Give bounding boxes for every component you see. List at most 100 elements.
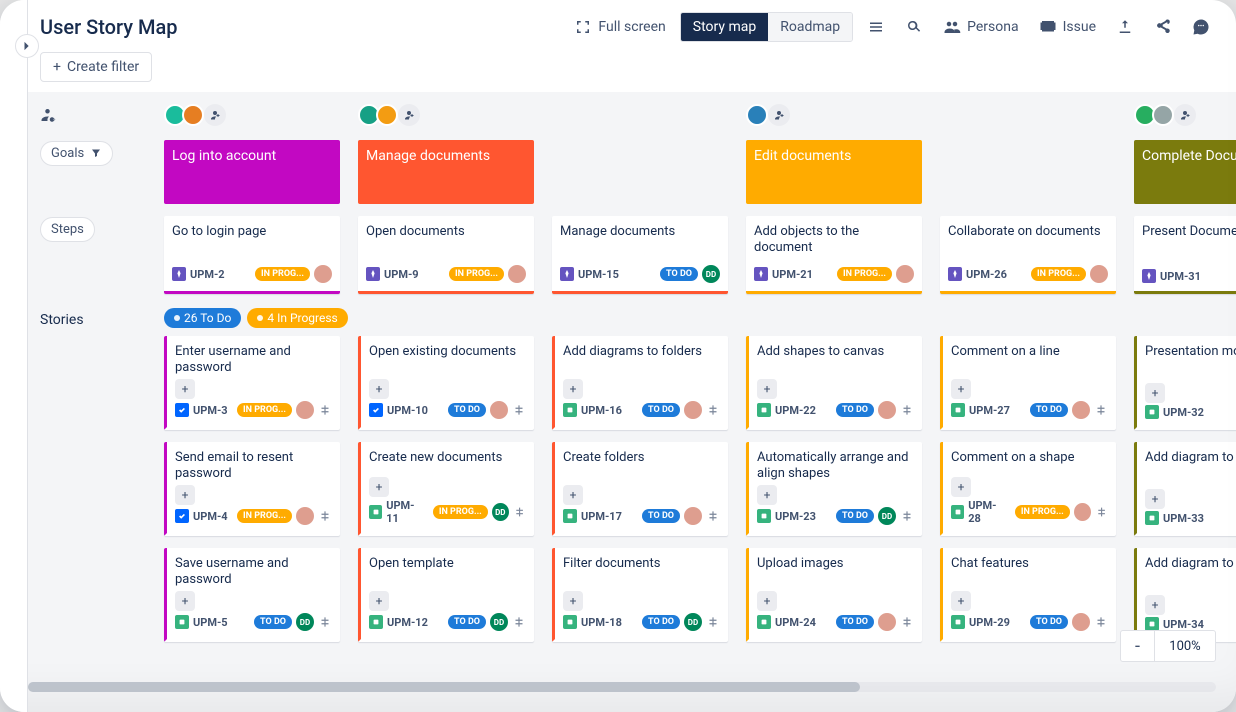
status-badge: TO DO [836,509,874,523]
story-card[interactable]: Chat features + UPM-29 TO DO [940,548,1116,642]
story-card[interactable]: Send email to resent password + UPM-4 IN… [164,442,340,536]
issue-key: UPM-23 [775,510,816,523]
story-card[interactable]: Open template + UPM-12 TO DO DD [358,548,534,642]
status-badge: IN PROG... [237,403,292,417]
story-card[interactable]: Add shapes to canvas + UPM-22 TO DO [746,336,922,430]
step-card[interactable]: Present Document UPM-31 TO DO [1134,216,1236,294]
story-card[interactable]: Open existing documents + UPM-10 TO DO [358,336,534,430]
add-subtask-button[interactable]: + [175,379,195,399]
step-card[interactable]: Collaborate on documents UPM-26 IN PROG.… [940,216,1116,294]
add-subtask-button[interactable]: + [951,379,971,399]
story-icon [563,615,577,629]
add-subtask-button[interactable]: + [175,485,195,505]
tab-roadmap[interactable]: Roadmap [768,13,852,41]
expand-rail-button[interactable] [15,34,39,58]
story-card[interactable]: Save username and password + UPM-5 TO DO… [164,548,340,642]
add-subtask-button[interactable]: + [1145,595,1165,615]
step-card[interactable]: Manage documents UPM-15 TO DO DD [552,216,728,294]
add-subtask-button[interactable]: + [951,477,971,497]
step-card[interactable]: Go to login page UPM-2 IN PROG... [164,216,340,294]
plus-icon: + [53,60,61,74]
story-card[interactable]: Enter username and password + UPM-3 IN P… [164,336,340,430]
story-title: Comment on a line [951,344,1108,360]
status-badge: IN PROG... [449,267,504,281]
story-card[interactable]: Filter documents + UPM-18 TO DO DD [552,548,728,642]
epic-icon [366,267,380,281]
step-title: Present Document [1142,224,1236,240]
add-subtask-button[interactable]: + [757,485,777,505]
story-title: Open existing documents [369,344,526,360]
story-card[interactable]: Presentation mode + UPM-32 TO DO [1134,336,1236,430]
step-card[interactable]: Add objects to the document UPM-21 IN PR… [746,216,922,294]
add-persona-button[interactable] [768,104,790,126]
add-subtask-button[interactable]: + [757,379,777,399]
hierarchy-icon [1094,403,1108,417]
feedback-button[interactable] [1186,14,1216,40]
persona-avatar[interactable] [182,104,204,126]
menu-button[interactable] [861,14,891,40]
export-button[interactable] [1110,14,1140,40]
add-persona-button[interactable] [204,104,226,126]
persona-button[interactable]: Persona [937,14,1024,40]
add-subtask-button[interactable]: + [1145,383,1165,403]
add-persona-button[interactable] [398,104,420,126]
issue-key: UPM-29 [969,616,1010,629]
story-card[interactable]: Add diagram to Google + UPM-33 TO DO [1134,442,1236,536]
story-card[interactable]: Create folders + UPM-17 TO DO [552,442,728,536]
create-filter-button[interactable]: + Create filter [40,52,152,82]
persona-avatar[interactable] [746,104,768,126]
status-badge: TO DO [836,615,874,629]
add-subtask-button[interactable]: + [563,379,583,399]
assignee-avatar: DD [702,265,720,283]
story-card[interactable]: Add diagrams to folders + UPM-16 TO DO [552,336,728,430]
tab-story-map[interactable]: Story map [681,13,768,41]
story-title: Send email to resent password [175,450,332,483]
persona-avatar[interactable] [376,104,398,126]
add-subtask-button[interactable]: + [175,591,195,611]
board[interactable]: Goals Log into account Manage documents … [28,92,1236,712]
story-icon [757,615,771,629]
story-card[interactable]: Upload images + UPM-24 TO DO [746,548,922,642]
step-card[interactable]: Open documents UPM-9 IN PROG... [358,216,534,294]
goal-card[interactable]: Edit documents [746,140,922,204]
add-subtask-button[interactable]: + [369,477,389,497]
persona-avatar[interactable] [164,104,186,126]
story-card[interactable]: Automatically arrange and align shapes +… [746,442,922,536]
issue-button[interactable]: Issue [1033,14,1102,40]
story-card[interactable]: Comment on a shape + UPM-28 IN PROG... [940,442,1116,536]
story-icon [951,403,965,417]
persona-avatar[interactable] [1134,104,1156,126]
scroll-thumb[interactable] [28,682,860,692]
issue-key: UPM-22 [775,404,816,417]
add-subtask-button[interactable]: + [563,591,583,611]
story-card[interactable]: Create new documents + UPM-11 IN PROG...… [358,442,534,536]
goal-card[interactable]: Log into account [164,140,340,204]
persona-avatar[interactable] [358,104,380,126]
add-subtask-button[interactable]: + [1145,489,1165,509]
persona-icon [943,18,961,36]
status-badge: IN PROG... [1015,505,1070,519]
persona-avatar[interactable] [1152,104,1174,126]
assignee-avatar [508,265,526,283]
hierarchy-icon [512,615,526,629]
goal-card[interactable]: Complete Documents [1134,140,1236,204]
story-icon [1145,405,1159,419]
add-subtask-button[interactable]: + [563,485,583,505]
full-screen-button[interactable]: Full screen [568,14,671,40]
add-persona-button[interactable] [1174,104,1196,126]
horizontal-scrollbar[interactable] [28,682,1216,692]
story-card[interactable]: Add diagram to Conflu + UPM-34 TO DO [1134,548,1236,642]
search-button[interactable] [899,14,929,40]
goal-card[interactable]: Manage documents [358,140,534,204]
share-button[interactable] [1148,14,1178,40]
story-card[interactable]: Comment on a line + UPM-27 TO DO [940,336,1116,430]
add-subtask-button[interactable]: + [369,379,389,399]
hierarchy-icon [900,615,914,629]
zoom-out-button[interactable]: - [1121,631,1155,661]
issue-key: UPM-9 [384,268,419,281]
add-subtask-button[interactable]: + [369,591,389,611]
add-subtask-button[interactable]: + [757,591,777,611]
add-subtask-button[interactable]: + [951,591,971,611]
assignee-avatar [684,507,702,525]
assignee-avatar [1072,613,1090,631]
